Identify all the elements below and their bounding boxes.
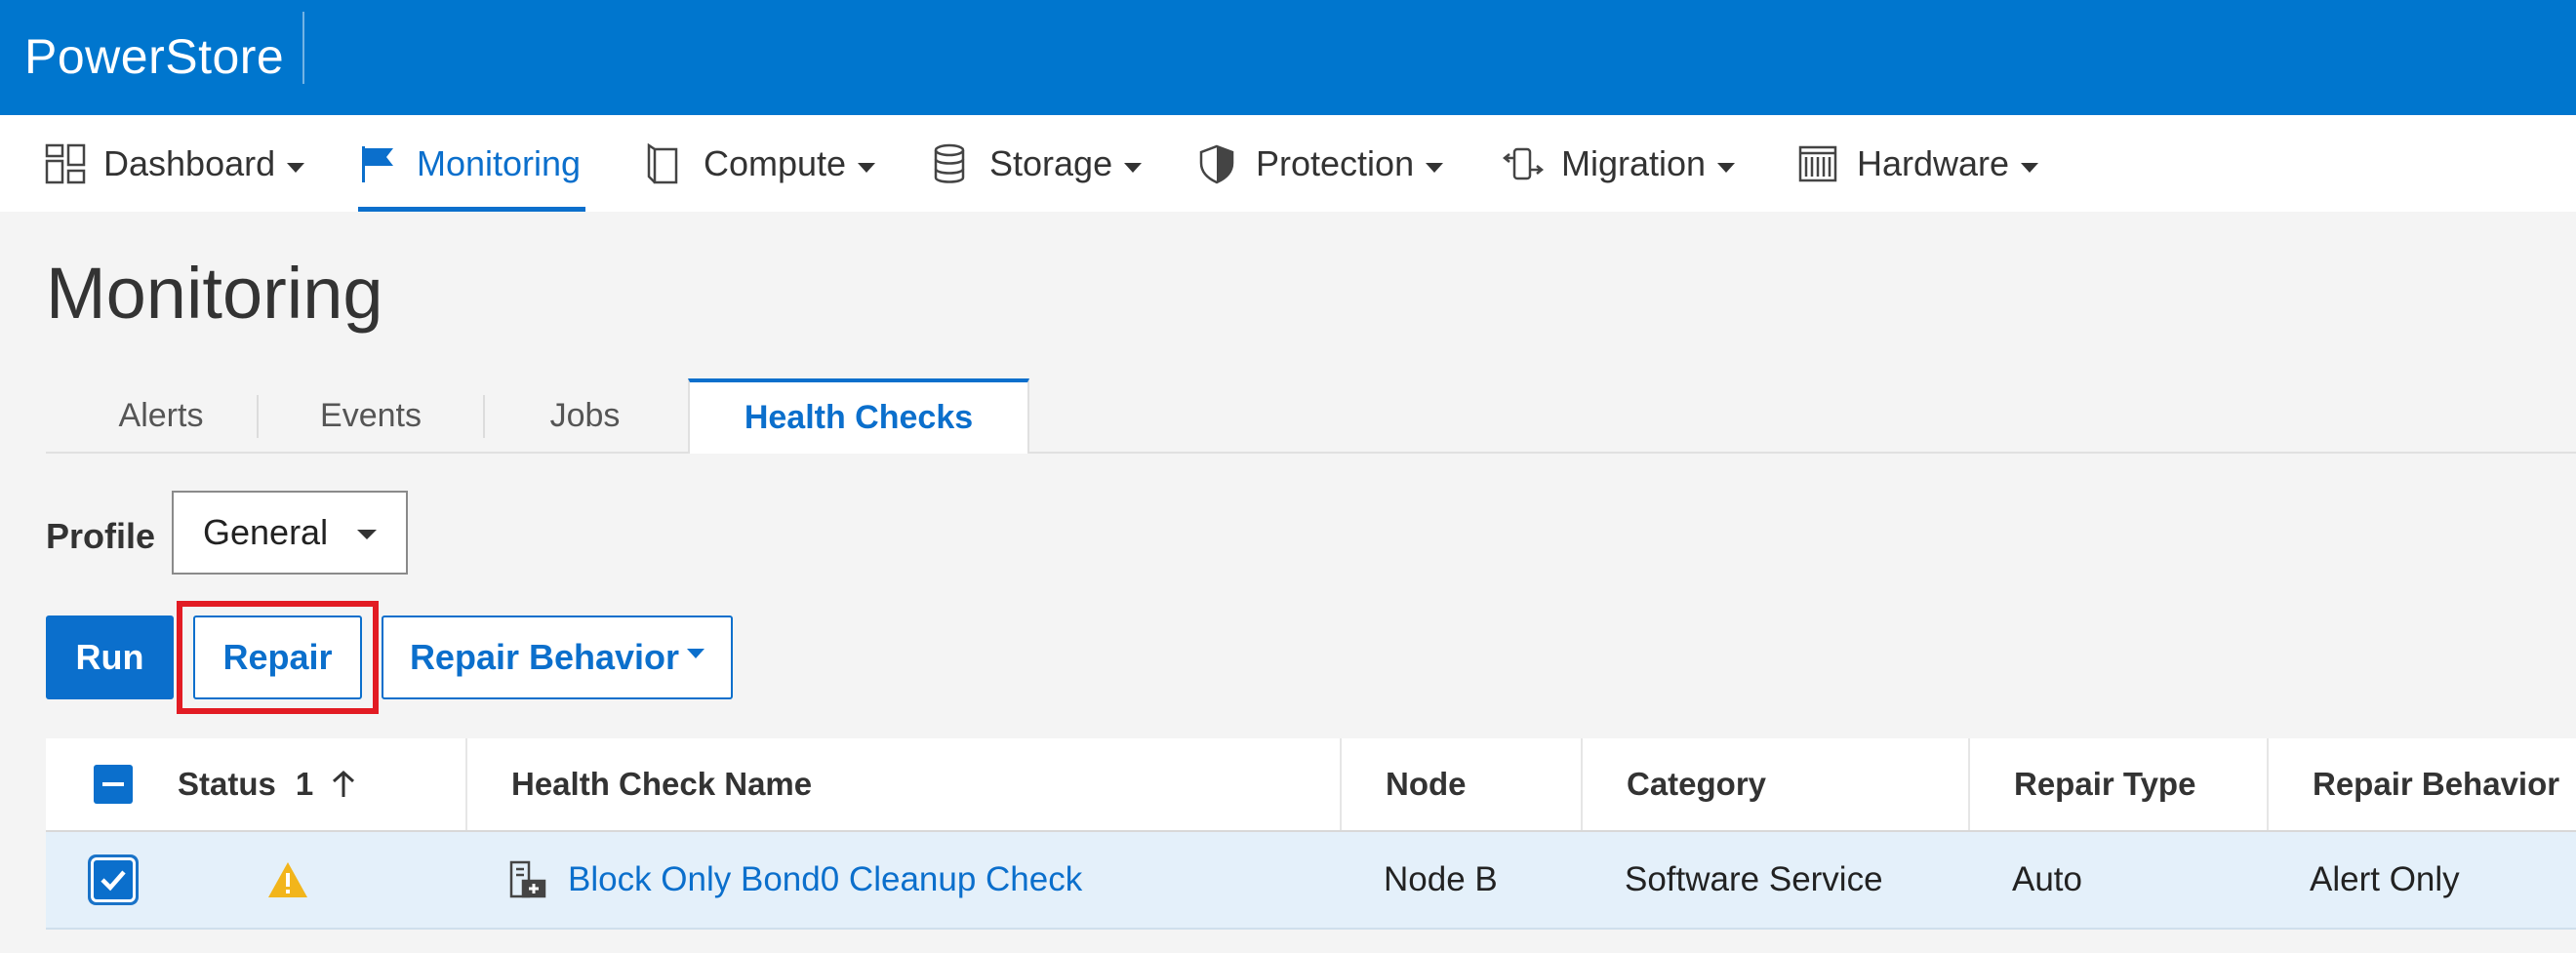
repair-behavior-label: Repair Behavior xyxy=(409,637,680,677)
row-checkbox[interactable] xyxy=(94,860,133,899)
top-bar: PowerStore xyxy=(0,0,2576,115)
chevron-down-icon xyxy=(287,162,305,173)
nav-item-migration[interactable]: Migration xyxy=(1502,115,1736,212)
category-cell: Software Service xyxy=(1625,860,1883,898)
repair-behavior-button[interactable]: Repair Behavior xyxy=(382,615,733,699)
nav-label-dashboard: Dashboard xyxy=(103,142,276,183)
table-row[interactable]: Block Only Bond0 Cleanup Check Node B So… xyxy=(46,832,2576,930)
node-cell: Node B xyxy=(1384,860,1498,898)
select-all-checkbox[interactable] xyxy=(94,765,133,804)
sort-order-number: 1 xyxy=(295,766,314,802)
tab-alerts[interactable]: Alerts xyxy=(65,380,257,452)
hardware-icon xyxy=(1798,143,1839,184)
brand-divider xyxy=(302,12,304,84)
warning-status-icon xyxy=(266,832,309,928)
repair-behavior-cell: Alert Only xyxy=(2310,860,2460,898)
column-repair-behavior[interactable]: Repair Behavior xyxy=(2313,738,2559,830)
chevron-down-icon xyxy=(357,530,377,539)
column-divider xyxy=(465,738,467,830)
chevron-down-icon xyxy=(687,649,705,658)
compute-icon xyxy=(645,142,686,184)
column-category[interactable]: Category xyxy=(1627,738,1766,830)
nav-label-migration: Migration xyxy=(1561,142,1707,183)
tabs-baseline xyxy=(46,452,2576,454)
nav-item-dashboard[interactable]: Dashboard xyxy=(45,115,305,212)
health-checks-table: Status 1 Health Check Name Node Category… xyxy=(46,738,2576,953)
repair-type-cell: Auto xyxy=(2012,860,2082,898)
health-check-type-icon xyxy=(507,832,548,928)
tab-jobs[interactable]: Jobs xyxy=(485,380,685,452)
chevron-down-icon xyxy=(1124,162,1143,173)
nav-label-compute: Compute xyxy=(704,142,847,183)
nav-label-hardware: Hardware xyxy=(1857,142,2010,183)
column-divider xyxy=(2267,738,2269,830)
tab-events[interactable]: Events xyxy=(259,380,483,452)
column-repair-type[interactable]: Repair Type xyxy=(2014,738,2195,830)
column-divider xyxy=(1340,738,1342,830)
column-node[interactable]: Node xyxy=(1386,738,1467,830)
column-status-label: Status xyxy=(178,766,276,802)
profile-selected-value: General xyxy=(203,512,329,552)
nav-item-protection[interactable]: Protection xyxy=(1197,115,1444,212)
chevron-down-icon xyxy=(1717,162,1736,173)
app-name[interactable]: PowerStore xyxy=(24,18,284,96)
nav-item-storage[interactable]: Storage xyxy=(931,115,1143,212)
column-divider xyxy=(1581,738,1583,830)
column-status[interactable]: Status 1 xyxy=(178,738,356,830)
column-health-check-name[interactable]: Health Check Name xyxy=(511,738,812,830)
flag-icon xyxy=(358,143,399,184)
page-title: Monitoring xyxy=(46,253,383,334)
health-check-name-link[interactable]: Block Only Bond0 Cleanup Check xyxy=(568,832,1082,928)
chevron-down-icon xyxy=(1426,162,1444,173)
dashboard-grid-icon xyxy=(45,143,86,184)
table-header: Status 1 Health Check Name Node Category… xyxy=(46,738,2576,832)
column-divider xyxy=(1968,738,1970,830)
profile-select[interactable]: General xyxy=(172,491,408,575)
main-nav: Dashboard Monitoring Compute Storage Pro… xyxy=(0,115,2576,212)
tab-health-checks[interactable]: Health Checks xyxy=(688,378,1029,454)
database-icon xyxy=(931,143,972,184)
nav-label-monitoring: Monitoring xyxy=(417,142,582,183)
chevron-down-icon xyxy=(858,162,876,173)
nav-item-monitoring[interactable]: Monitoring xyxy=(358,115,585,212)
nav-item-hardware[interactable]: Hardware xyxy=(1798,115,2039,212)
repair-button[interactable]: Repair xyxy=(193,615,362,699)
nav-label-storage: Storage xyxy=(989,142,1113,183)
sort-ascending-icon xyxy=(331,770,356,799)
migration-icon xyxy=(1502,143,1545,184)
run-button[interactable]: Run xyxy=(46,615,174,699)
nav-item-compute[interactable]: Compute xyxy=(645,115,876,212)
nav-label-protection: Protection xyxy=(1256,142,1415,183)
chevron-down-icon xyxy=(2021,162,2039,173)
shield-icon xyxy=(1197,143,1238,184)
profile-label: Profile xyxy=(46,516,156,556)
